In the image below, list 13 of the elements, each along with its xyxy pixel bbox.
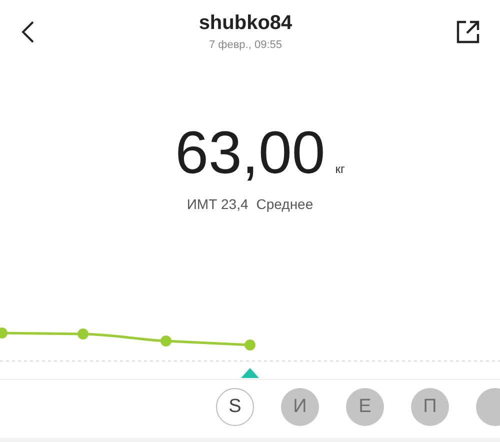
user-name: shubko84 [198,12,292,35]
weight-value: 63,00 [175,122,326,184]
bmi-category: Среднее [256,196,314,212]
user-avatar[interactable]: S [216,388,254,426]
user-avatar[interactable]: И [281,388,319,426]
user-avatar[interactable]: Е [346,388,384,426]
pointer-icon [241,368,259,378]
user-avatar[interactable]: П [411,388,449,426]
weight-unit: кг [335,162,345,176]
back-icon[interactable] [21,20,35,44]
share-icon[interactable] [456,20,480,44]
measurement-date: 7 февр., 09:55 [208,39,282,51]
bmi-value: ИМТ 23,4 [186,196,248,212]
